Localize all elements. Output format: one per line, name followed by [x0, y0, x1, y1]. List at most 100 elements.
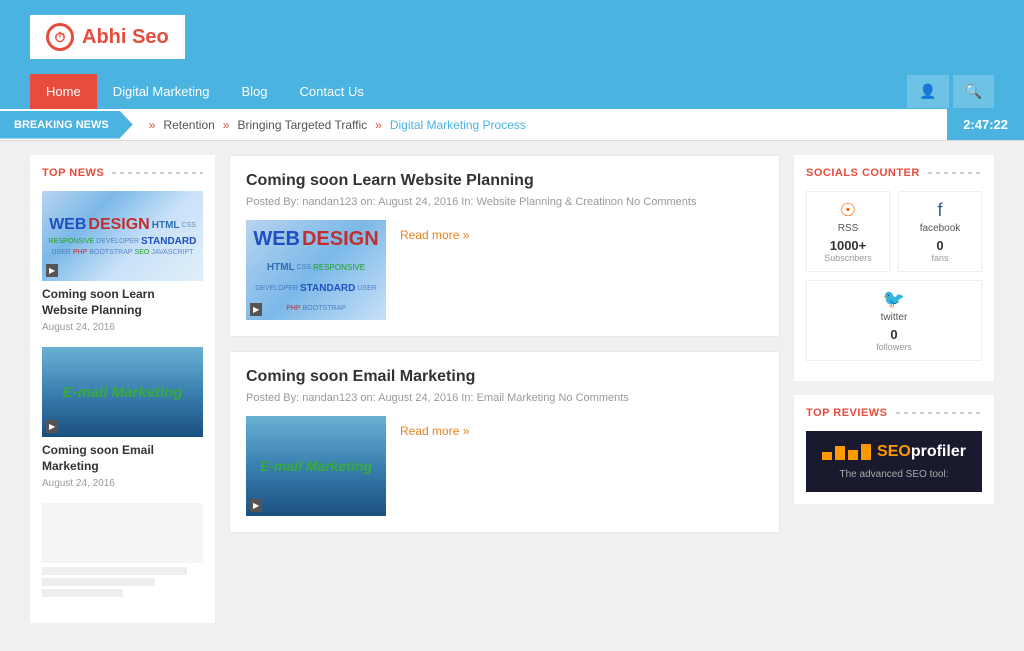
- facebook-icon: f: [903, 200, 977, 221]
- news-thumb-3: [42, 503, 203, 563]
- seo-logo-text: SEOprofiler: [877, 443, 966, 461]
- seo-subtitle: The advanced SEO tool:: [818, 469, 970, 480]
- top-news-header: TOP NEWS: [42, 167, 203, 179]
- bn-sep-3: »: [375, 118, 382, 132]
- email-img-bg: E-mail Marketing: [42, 347, 203, 437]
- nav-blog[interactable]: Blog: [226, 74, 284, 109]
- breaking-news-time: 2:47:22: [947, 109, 1024, 140]
- news-thumb-1: WEB DESIGN HTML CSS RESPONSIVE DEVELOPER…: [42, 191, 203, 281]
- article-img-1: WEB DESIGN HTML CSS RESPONSIVE DEVELOPER…: [246, 220, 386, 320]
- article-text-1: Read more »: [400, 220, 469, 242]
- reviews-divider: [896, 412, 982, 414]
- email-thumb-text: E-mail Marketing: [62, 384, 182, 401]
- list-item: E-mail Marketing ▶ Coming soon Email Mar…: [42, 347, 203, 489]
- reviews-section: TOP REVIEWS SEOprofiler The advanced SEO…: [794, 395, 994, 504]
- fb-count: 0: [903, 238, 977, 253]
- seo-bar-1: [822, 452, 832, 460]
- news-item-date-1: August 24, 2016: [42, 322, 203, 333]
- article-body-2: E-mail Marketing ▶ Read more »: [246, 416, 763, 516]
- logo: ⏱ Abhi Seo: [30, 15, 185, 59]
- list-item: WEB DESIGN HTML CSS RESPONSIVE DEVELOPER…: [42, 191, 203, 333]
- bn-item-3: Digital Marketing Process: [390, 118, 526, 132]
- seo-logo-row: SEOprofiler: [818, 443, 970, 465]
- sidebar-right: SOCIALS COUNTER ☉ RSS 1000+ Subscribers …: [794, 155, 994, 637]
- article-meta-2: Posted By: nandan123 on: August 24, 2016…: [246, 392, 763, 404]
- logo-text-seo: Seo: [126, 26, 168, 48]
- bn-sep-2: »: [223, 118, 230, 132]
- seo-profiler-box: SEOprofiler The advanced SEO tool:: [806, 431, 982, 492]
- top-news-section: TOP NEWS WEB DESIGN HTML CSS RESPONSIVE …: [30, 155, 215, 623]
- rss-count: 1000+: [811, 238, 885, 253]
- sidebar-left: TOP NEWS WEB DESIGN HTML CSS RESPONSIVE …: [30, 155, 215, 637]
- main-container: TOP NEWS WEB DESIGN HTML CSS RESPONSIVE …: [0, 141, 1024, 651]
- rss-icon: ☉: [811, 200, 885, 221]
- article-card-2: Coming soon Email Marketing Posted By: n…: [229, 351, 780, 533]
- rss-label: Subscribers: [811, 253, 885, 263]
- reviews-header: TOP REVIEWS: [806, 407, 982, 419]
- article-img-icon-2: ▶: [250, 499, 262, 512]
- news-thumb-2: E-mail Marketing ▶: [42, 347, 203, 437]
- img-icon-2: ▶: [46, 420, 58, 433]
- nav-left: Home Digital Marketing Blog Contact Us: [30, 74, 380, 109]
- socials-title: SOCIALS COUNTER: [806, 167, 920, 179]
- breaking-news-label: BREAKING NEWS: [0, 111, 133, 139]
- read-more-2[interactable]: Read more »: [400, 424, 469, 438]
- tw-label: followers: [811, 342, 977, 352]
- fb-label: fans: [903, 253, 977, 263]
- logo-text-abhi: Abhi: [82, 26, 126, 48]
- header: ⏱ Abhi Seo: [0, 0, 1024, 74]
- top-news-divider: [112, 172, 203, 174]
- word-cloud-1: WEB DESIGN HTML CSS RESPONSIVE DEVELOPER…: [42, 212, 203, 260]
- article-text-2: Read more »: [400, 416, 469, 438]
- news-item-title-1: Coming soon Learn Website Planning: [42, 287, 203, 318]
- news-skeleton-line1: [42, 567, 187, 575]
- read-more-1[interactable]: Read more »: [400, 228, 469, 242]
- article-img-icon-1: ▶: [250, 303, 262, 316]
- news-item-title-2: Coming soon Email Marketing: [42, 443, 203, 474]
- article-title-2: Coming soon Email Marketing: [246, 368, 763, 386]
- seo-bar-3: [848, 450, 858, 460]
- socials-divider: [928, 172, 982, 174]
- seo-bar-4: [861, 444, 871, 460]
- fb-name: facebook: [903, 223, 977, 234]
- email-article-text: E-mail Marketing: [260, 458, 372, 474]
- navbar: Home Digital Marketing Blog Contact Us 👤…: [0, 74, 1024, 109]
- search-icon-button[interactable]: 🔍: [953, 75, 994, 108]
- twitter-icon: 🐦: [811, 289, 977, 310]
- tw-count: 0: [811, 327, 977, 342]
- bn-item-1: Retention: [163, 118, 214, 132]
- social-facebook[interactable]: f facebook 0 fans: [898, 191, 982, 272]
- news-skeleton-line2: [42, 578, 155, 586]
- news-item-date-2: August 24, 2016: [42, 478, 203, 489]
- list-item: [42, 503, 203, 597]
- breaking-news-bar: BREAKING NEWS » Retention » Bringing Tar…: [0, 109, 1024, 141]
- article-body-1: WEB DESIGN HTML CSS RESPONSIVE DEVELOPER…: [246, 220, 763, 320]
- tw-name: twitter: [811, 312, 977, 323]
- social-rss[interactable]: ☉ RSS 1000+ Subscribers: [806, 191, 890, 272]
- seo-bars: [822, 444, 871, 460]
- logo-icon: ⏱: [46, 23, 74, 51]
- logo-text: Abhi Seo: [82, 26, 169, 49]
- social-twitter[interactable]: 🐦 twitter 0 followers: [806, 280, 982, 361]
- user-icon-button[interactable]: 👤: [907, 75, 948, 108]
- socials-section: SOCIALS COUNTER ☉ RSS 1000+ Subscribers …: [794, 155, 994, 381]
- socials-grid: ☉ RSS 1000+ Subscribers f facebook 0 fan…: [806, 191, 982, 361]
- nav-right: 👤 🔍: [907, 75, 994, 108]
- nav-digital-marketing[interactable]: Digital Marketing: [97, 74, 226, 109]
- news-skeleton-line3: [42, 589, 123, 597]
- content-area: Coming soon Learn Website Planning Poste…: [229, 155, 780, 637]
- nav-home[interactable]: Home: [30, 74, 97, 109]
- nav-contact[interactable]: Contact Us: [284, 74, 380, 109]
- reviews-title: TOP REVIEWS: [806, 407, 888, 419]
- top-news-title: TOP NEWS: [42, 167, 104, 179]
- img-icon-1: ▶: [46, 264, 58, 277]
- article-card-1: Coming soon Learn Website Planning Poste…: [229, 155, 780, 337]
- bn-item-2: Bringing Targeted Traffic: [237, 118, 367, 132]
- article-meta-1: Posted By: nandan123 on: August 24, 2016…: [246, 196, 763, 208]
- breaking-news-items: » Retention » Bringing Targeted Traffic …: [133, 118, 947, 132]
- socials-header: SOCIALS COUNTER: [806, 167, 982, 179]
- rss-name: RSS: [811, 223, 885, 234]
- seo-bar-2: [835, 446, 845, 460]
- article-word-cloud-1: WEB DESIGN HTML CSS RESPONSIVE DEVELOPER…: [246, 220, 386, 320]
- bn-sep-1: »: [149, 118, 156, 132]
